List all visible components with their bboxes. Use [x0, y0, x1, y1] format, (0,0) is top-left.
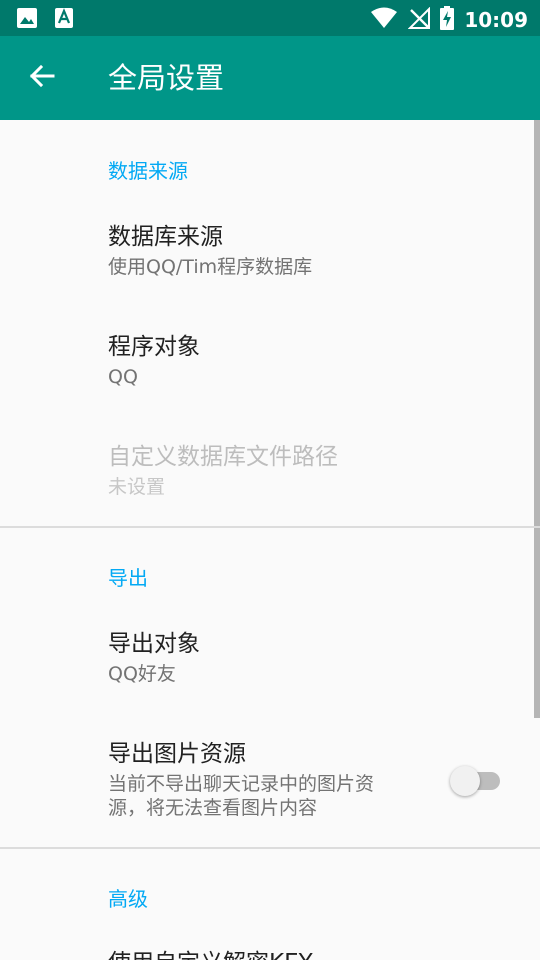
image-icon [16, 7, 38, 33]
status-time: 10:09 [464, 8, 528, 32]
pref-summary: QQ好友 [108, 663, 176, 685]
switch-thumb [450, 766, 480, 796]
wifi-icon [370, 7, 398, 33]
pref-custom-key[interactable]: 使用自定义解密KEY [108, 948, 428, 960]
pref-summary: 未设置 [108, 476, 166, 498]
pref-database-source[interactable]: 数据库来源 使用QQ/Tim程序数据库 [108, 222, 428, 279]
pref-title: 导出对象 [108, 631, 200, 657]
pref-summary: 当前不导出聊天记录中的图片资源，将无法查看图片内容 [108, 773, 375, 819]
pref-summary: 使用QQ/Tim程序数据库 [108, 256, 313, 278]
category-export: 导出 [108, 566, 148, 590]
pref-title: 程序对象 [108, 334, 200, 360]
app-bar: 全局设置 [0, 36, 540, 120]
back-button[interactable] [20, 56, 64, 100]
pref-title: 数据库来源 [108, 224, 223, 250]
scrollbar[interactable] [534, 120, 540, 718]
pref-title: 导出图片资源 [108, 741, 246, 767]
pref-summary: QQ [108, 366, 138, 388]
divider [0, 847, 540, 849]
arrow-left-icon [28, 62, 56, 94]
a-font-icon [54, 7, 74, 33]
battery-charging-icon [440, 6, 455, 34]
settings-list[interactable]: 数据来源 数据库来源 使用QQ/Tim程序数据库 程序对象 QQ 自定义数据库文… [0, 120, 540, 960]
pref-title: 使用自定义解密KEY [108, 948, 428, 960]
pref-custom-db-path: 自定义数据库文件路径 未设置 [108, 442, 428, 499]
divider [0, 526, 540, 528]
pref-title: 自定义数据库文件路径 [108, 444, 338, 470]
category-data-source: 数据来源 [108, 159, 188, 183]
page-title: 全局设置 [108, 61, 225, 95]
status-bar: 10:09 [0, 0, 540, 36]
export-images-switch[interactable] [450, 766, 502, 796]
no-signal-icon [407, 6, 431, 33]
pref-export-images[interactable]: 导出图片资源 当前不导出聊天记录中的图片资源，将无法查看图片内容 [108, 739, 428, 820]
pref-export-target[interactable]: 导出对象 QQ好友 [108, 629, 428, 686]
category-advanced: 高级 [108, 887, 148, 911]
pref-program-target[interactable]: 程序对象 QQ [108, 332, 428, 389]
